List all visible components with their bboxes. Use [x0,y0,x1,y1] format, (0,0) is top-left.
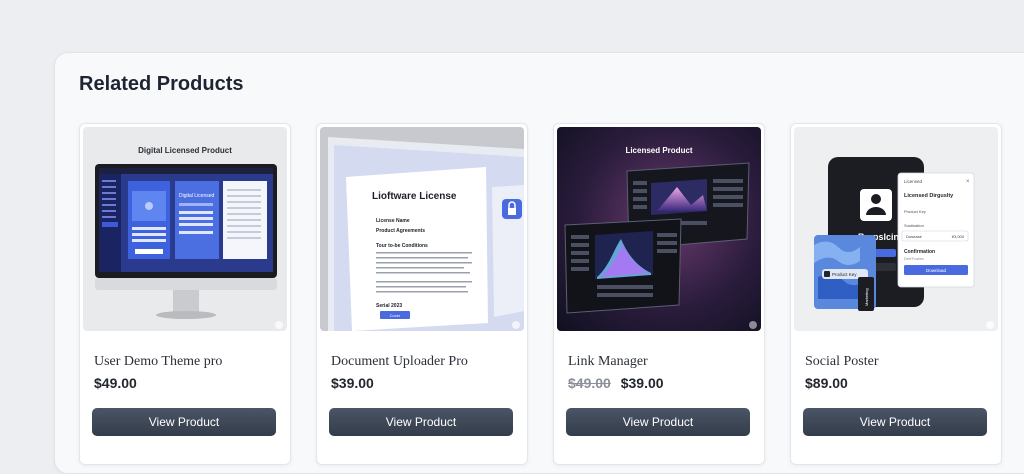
image-caption: Licensed Product [625,146,692,155]
price-row: $39.00 [331,375,374,391]
price-row: $49.00 [94,375,137,391]
product-name[interactable]: User Demo Theme pro [94,354,222,370]
product-image[interactable]: Digital Licensed Product Digital License… [83,127,287,331]
product-price: $49.00 [94,375,137,391]
product-price: $39.00 [331,375,374,391]
section-title: Related Products [79,73,244,95]
close-icon: × [966,179,970,185]
product-card-link-manager[interactable]: Licensed Product Link Manager $49.00 $39… [553,123,765,465]
popup-title: Licensed Dirguslty [904,193,954,199]
product-name[interactable]: Document Uploader Pro [331,354,468,370]
popup-confirm-sub: Dete'Fnalres [904,257,924,261]
image-window-title: Digital Licensed [179,193,215,199]
popup-field-left: Dusease [906,234,923,239]
doc-line2: Product Agreements [376,228,425,234]
doc-line3: Tour to-be Conditions [376,243,428,249]
product-image[interactable]: Licensed Product [557,127,761,331]
image-caption: Digital Licensed Product [138,146,232,155]
popup-download: Download [926,268,947,273]
view-product-button[interactable]: View Product [803,408,987,436]
product-name[interactable]: Link Manager [568,354,648,370]
price-row: $49.00 $39.00 [568,375,664,391]
product-card-document-uploader[interactable]: Lioftware License License Name Product A… [316,123,528,465]
product-card-social-poster[interactable]: Brepslcing Product Key Marketing License… [790,123,1002,465]
product-card-user-demo-theme[interactable]: Digital Licensed Product Digital License… [79,123,291,465]
popup-row1: Product Key [904,209,926,214]
view-product-button[interactable]: View Product [92,408,276,436]
doc-title: Lioftware License [372,191,457,202]
product-name[interactable]: Social Poster [805,354,879,370]
popup-row2: Sustination [904,223,924,228]
tag-text: Product Key [832,272,857,277]
doc-footer: Serial 2023 [376,303,402,309]
product-price: $39.00 [620,375,664,391]
related-products-panel: Related Products Digital Licensed Produc… [54,52,1024,474]
popup-field-right: ¥3,000 [952,234,965,239]
product-price: $89.00 [805,375,848,391]
badge-text: Marketing [864,288,869,306]
doc-line1: License Name [376,218,410,224]
product-old-price: $49.00 [568,375,611,391]
view-product-button[interactable]: View Product [566,408,750,436]
product-image[interactable]: Lioftware License License Name Product A… [320,127,524,331]
app-window: Related Products Digital Licensed Produc… [0,0,1024,474]
popup-label: Licensed [904,179,923,184]
product-image[interactable]: Brepslcing Product Key Marketing License… [794,127,998,331]
doc-button: Cover [390,313,401,318]
view-product-button[interactable]: View Product [329,408,513,436]
price-row: $89.00 [805,375,848,391]
popup-confirm: Confirmation [904,249,935,255]
